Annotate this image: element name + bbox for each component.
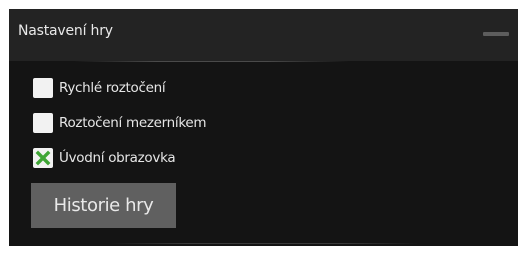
option-label: Rychlé roztočení [59,80,166,96]
header-divider [74,61,349,62]
minimize-icon [483,32,509,36]
intro-screen-checkbox[interactable] [33,148,53,168]
option-intro-screen[interactable]: Úvodní obrazovka [33,147,176,169]
quick-spin-checkbox[interactable] [33,78,53,98]
minimize-button[interactable] [483,29,509,39]
game-settings-panel: Nastavení hry Rychlé roztočení Roztočení… [9,9,518,246]
panel-header: Nastavení hry [9,9,518,61]
check-x-icon [35,150,51,166]
option-spacebar-spin[interactable]: Roztočení mezerníkem [33,112,207,134]
game-history-button[interactable]: Historie hry [31,183,176,228]
spacebar-spin-checkbox[interactable] [33,113,53,133]
bottom-divider [109,243,419,244]
panel-title: Nastavení hry [18,23,113,39]
option-label: Roztočení mezerníkem [59,115,207,131]
option-label: Úvodní obrazovka [59,150,176,166]
option-quick-spin[interactable]: Rychlé roztočení [33,77,166,99]
